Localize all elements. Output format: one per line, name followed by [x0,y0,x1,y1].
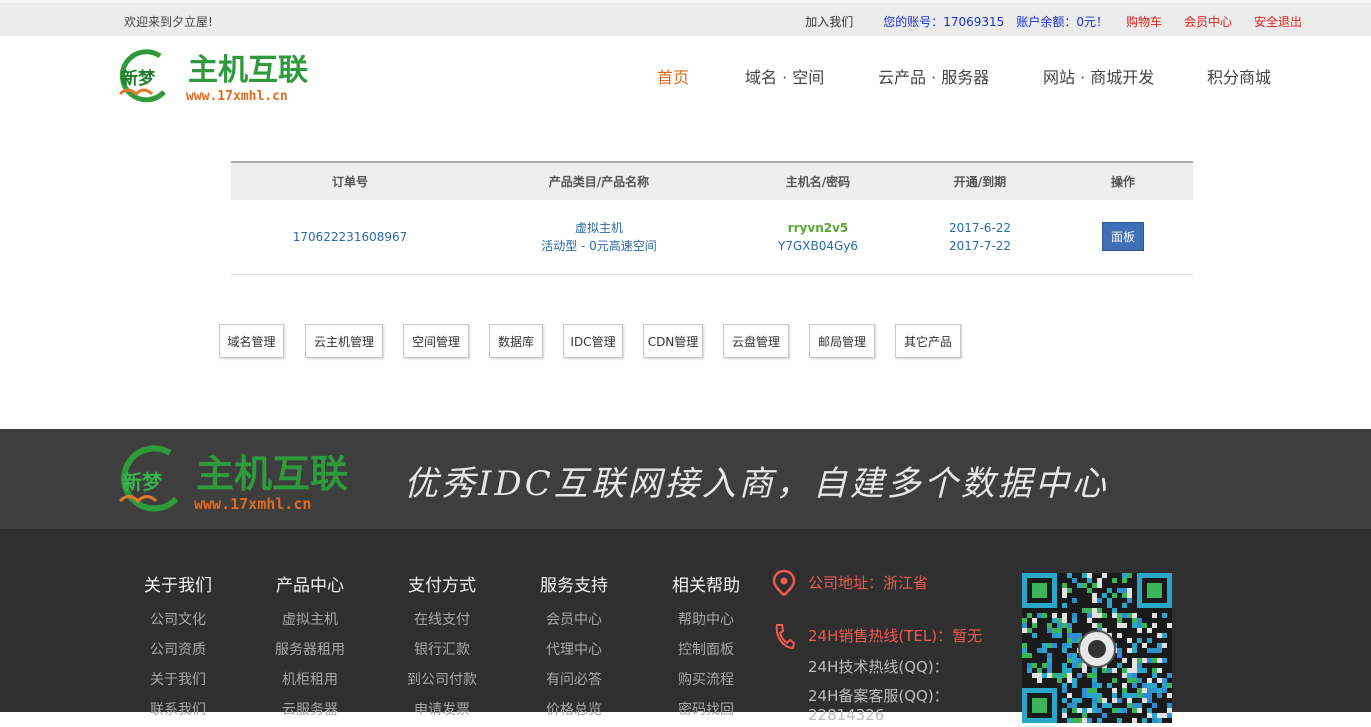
footer-link[interactable]: 在线支付 [382,605,502,635]
footer-link[interactable]: 帮助中心 [646,605,766,635]
account-number[interactable]: 您的账号：17069315 [883,13,1004,30]
contact-sales-hotline: 24H销售热线(TEL)：暂无 [772,624,1022,650]
logo-url: www.17xmhl.cn [186,89,288,104]
footer-link[interactable]: 会员中心 [514,605,634,635]
footer-col-products: 产品中心 虚拟主机 服务器租用 机柜租用 云服务器 [250,571,370,725]
footer-col-title: 服务支持 [540,576,608,596]
footer-col-title: 相关帮助 [672,576,740,596]
footer-link[interactable]: 云服务器 [250,695,370,725]
nav-cloud-server[interactable]: 云产品 · 服务器 [878,64,989,88]
footer-logo-url: www.17xmhl.cn [194,495,311,513]
member-center-link[interactable]: 会员中心 [1184,13,1232,30]
welcome-text: 欢迎来到夕立屋! [124,15,213,29]
nav-domain-space[interactable]: 域名 · 空间 [745,64,824,88]
order-number[interactable]: 170622231608967 [231,200,469,274]
open-date: 2017-6-22 [948,220,1012,235]
main-nav: 首页 域名 · 空间 云产品 · 服务器 网站 · 商城开发 积分商城 [0,64,1371,88]
top-bar: 欢迎来到夕立屋! 加入我们 您的账号：17069315 账户余额：0元！ 购物车… [0,0,1371,36]
footer-link[interactable]: 机柜租用 [250,665,370,695]
footer-link[interactable]: 银行汇款 [382,635,502,665]
col-product: 产品类目/产品名称 [469,162,729,200]
nav-points-mall[interactable]: 积分商城 [1207,64,1271,88]
contact-record-service: 24H备案客服(QQ)：22814326 [808,687,949,724]
col-order-no: 订单号 [231,162,469,200]
footer-link[interactable]: 密码找回 [646,695,766,725]
footer-links: 关于我们 公司文化 公司资质 关于我们 联系我们 产品中心 虚拟主机 服务器租用… [0,529,1371,724]
footer-col-title: 产品中心 [276,576,344,596]
action-cell: 面板 [1053,200,1193,274]
sales-hotline-text: 24H销售热线(TEL)：暂无 [808,627,983,645]
other-products-button[interactable]: 其它产品 [895,324,961,358]
footer-logo: 新梦 主机互联 www.17xmhl.cn [114,443,376,515]
cloud-disk-manage-button[interactable]: 云盘管理 [723,324,789,358]
location-pin-icon [772,570,796,596]
qr-code [1022,573,1172,723]
col-host-password: 主机名/密码 [729,162,907,200]
date-cell: 2017-6-22 2017-7-22 [907,200,1053,274]
footer-logo-graphic: 新梦 主机互联 www.17xmhl.cn [118,445,348,513]
logout-link[interactable]: 安全退出 [1254,13,1302,30]
join-us-link[interactable]: 加入我们 [805,13,853,30]
hostname: rryvn2v5 [787,220,849,235]
expire-date: 2017-7-22 [948,238,1012,253]
footer-banner: 新梦 主机互联 www.17xmhl.cn 优秀IDC互联网接入商，自建多个数据… [0,429,1371,529]
footer-link[interactable]: 有问必答 [514,665,634,695]
host-cell: rryvn2v5 Y7GXB04Gy6 [729,200,907,274]
footer-link[interactable]: 关于我们 [118,665,238,695]
footer-link[interactable]: 虚拟主机 [250,605,370,635]
space-manage-button[interactable]: 空间管理 [403,324,469,358]
footer-col-support: 服务支持 会员中心 代理中心 有问必答 价格总览 [514,571,634,725]
footer-link[interactable]: 公司资质 [118,635,238,665]
col-action: 操作 [1053,162,1193,200]
management-buttons: 域名管理 云主机管理 空间管理 数据库 IDC管理 CDN管理 云盘管理 邮局管… [0,324,1371,358]
password: Y7GXB04Gy6 [777,238,859,253]
cloud-host-manage-button[interactable]: 云主机管理 [305,324,383,358]
phone-icon [775,624,796,650]
product-category[interactable]: 虚拟主机 [469,220,729,236]
idc-manage-button[interactable]: IDC管理 [563,324,623,358]
footer-col-payment: 支付方式 在线支付 银行汇款 到公司付款 申请发票 [382,571,502,725]
footer-link[interactable]: 申请发票 [382,695,502,725]
footer-col-title: 关于我们 [144,576,212,596]
footer-slogan: 优秀IDC互联网接入商，自建多个数据中心 [404,464,1109,504]
mail-manage-button[interactable]: 邮局管理 [809,324,875,358]
footer-link[interactable]: 到公司付款 [382,665,502,695]
orders-header-row: 订单号 产品类目/产品名称 主机名/密码 开通/到期 操作 [231,162,1193,200]
nav-home[interactable]: 首页 [657,64,689,88]
top-links: 加入我们 您的账号：17069315 账户余额：0元！ 购物车 会员中心 安全退… [783,13,1302,30]
panel-button[interactable]: 面板 [1101,222,1144,252]
footer-link[interactable]: 公司文化 [118,605,238,635]
domain-manage-button[interactable]: 域名管理 [219,324,284,358]
footer-link[interactable]: 价格总览 [514,695,634,725]
footer-link[interactable]: 购买流程 [646,665,766,695]
footer-link[interactable]: 代理中心 [514,635,634,665]
footer-col-about: 关于我们 公司文化 公司资质 关于我们 联系我们 [118,571,238,725]
footer-logo-mark: 新梦 [122,470,163,494]
col-open-expire: 开通/到期 [907,162,1053,200]
table-row: 170622231608967 虚拟主机 活动型 - 0元高速空间 rryvn2… [231,200,1193,274]
account-balance[interactable]: 账户余额：0元！ [1016,13,1108,30]
cart-link[interactable]: 购物车 [1126,13,1162,30]
database-button[interactable]: 数据库 [489,324,543,358]
nav-web-shop-dev[interactable]: 网站 · 商城开发 [1043,64,1154,88]
footer-link[interactable]: 控制面板 [646,635,766,665]
footer-logo-brand: 主机互联 [196,451,348,496]
cdn-manage-button[interactable]: CDN管理 [643,324,703,358]
footer-col-help: 相关帮助 帮助中心 控制面板 购买流程 密码找回 [646,571,766,725]
orders-table: 订单号 产品类目/产品名称 主机名/密码 开通/到期 操作 1706222316… [231,161,1193,275]
product-cell: 虚拟主机 活动型 - 0元高速空间 [469,200,729,274]
footer-link[interactable]: 服务器租用 [250,635,370,665]
product-name[interactable]: 活动型 - 0元高速空间 [469,238,729,254]
contact-address: 公司地址：浙江省 [772,570,1022,596]
contact-tech-hotline: 24H技术热线(QQ)： [808,658,949,676]
footer-col-title: 支付方式 [408,576,476,596]
footer-contact: 公司地址：浙江省 24H销售热线(TEL)：暂无 24H技术热线(QQ)： 24… [772,570,1022,724]
qr-code-graphic [1022,573,1172,723]
address-text: 公司地址：浙江省 [808,574,929,592]
footer-link[interactable]: 联系我们 [118,695,238,725]
